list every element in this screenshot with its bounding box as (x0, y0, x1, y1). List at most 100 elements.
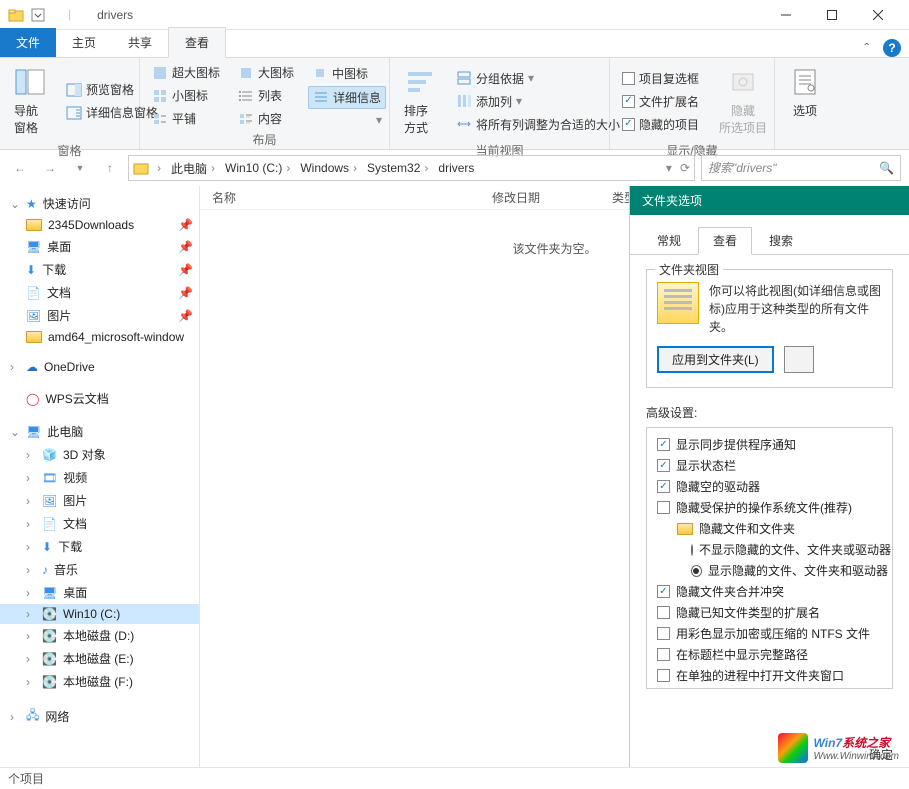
crumb-c[interactable]: Win10 (C:)› (223, 161, 294, 175)
tab-share[interactable]: 共享 (112, 28, 168, 57)
search-box[interactable]: 🔍 (701, 155, 901, 181)
medium-icons[interactable]: 中图标 (308, 63, 386, 84)
tree-pictures[interactable]: 🖼图片📌 (0, 304, 199, 327)
tree-drive-e[interactable]: ›💽本地磁盘 (E:) (0, 647, 199, 670)
hidden-items-toggle[interactable]: 隐藏的项目 (618, 114, 703, 135)
col-date[interactable]: 修改日期 (480, 189, 600, 206)
tree-3dobjects[interactable]: ›🧊3D 对象 (0, 443, 199, 466)
extra-large-icons[interactable]: 超大图标 (148, 62, 224, 83)
tree-downloads[interactable]: ⬇下载📌 (0, 258, 199, 281)
refresh-icon[interactable]: ⟳ (680, 161, 690, 175)
folder-icon (133, 160, 149, 176)
adv-setting-item[interactable]: 显示同步提供程序通知 (651, 434, 888, 455)
adv-setting-item[interactable]: 显示隐藏的文件、文件夹和驱动器 (651, 560, 888, 581)
tree-quick-access[interactable]: ⌄★快速访问 (0, 192, 199, 215)
adv-setting-item[interactable]: 在单独的进程中打开文件夹窗口 (651, 665, 888, 686)
help-icon[interactable]: ? (883, 39, 901, 57)
tree-downloads2[interactable]: ›⬇下载 (0, 535, 199, 558)
tree-desktop2[interactable]: ›🖥桌面 (0, 581, 199, 604)
address-box[interactable]: › 此电脑› Win10 (C:)› Windows› System32› dr… (128, 155, 695, 181)
maximize-button[interactable] (809, 0, 855, 30)
tree-desktop[interactable]: 🖥桌面📌 (0, 235, 199, 258)
checkbox-icon[interactable] (657, 459, 670, 472)
adv-setting-item[interactable]: 隐藏已知文件类型的扩展名 (651, 602, 888, 623)
advanced-settings-list[interactable]: 显示同步提供程序通知显示状态栏隐藏空的驱动器隐藏受保护的操作系统文件(推荐)隐藏… (646, 427, 893, 689)
tree-drive-c[interactable]: ›💽Win10 (C:) (0, 604, 199, 624)
crumb-system32[interactable]: System32› (365, 161, 432, 175)
tree-drive-f[interactable]: ›💽本地磁盘 (F:) (0, 670, 199, 693)
dialog-tab-general[interactable]: 常规 (642, 227, 696, 254)
tree-amd64[interactable]: amd64_microsoft-window (0, 327, 199, 347)
crumb-drivers[interactable]: drivers (436, 161, 476, 175)
tree-drive-d[interactable]: ›💽本地磁盘 (D:) (0, 624, 199, 647)
tree-pictures2[interactable]: ›🖼图片 (0, 489, 199, 512)
ribbon-tabs: 文件 主页 共享 查看 ˆ ? (0, 30, 909, 58)
tree-wps[interactable]: ◯WPS云文档 (0, 387, 199, 410)
search-input[interactable] (708, 161, 879, 175)
radio-icon[interactable] (691, 544, 693, 556)
forward-button[interactable]: → (38, 156, 62, 180)
reset-folders-button[interactable] (784, 346, 814, 373)
tree-music[interactable]: ›♪音乐 (0, 558, 199, 581)
tree-network[interactable]: ›🖧网络 (0, 703, 199, 730)
add-columns-button[interactable]: 添加列 ▾ (452, 91, 624, 112)
tree-documents2[interactable]: ›📄文档 (0, 512, 199, 535)
close-button[interactable] (855, 0, 901, 30)
crumb-windows[interactable]: Windows› (298, 161, 361, 175)
tree-videos[interactable]: ›🎞视频 (0, 466, 199, 489)
adv-setting-item[interactable]: 不显示隐藏的文件、文件夹或驱动器 (651, 539, 888, 560)
large-icons[interactable]: 大图标 (234, 62, 298, 83)
nav-tree[interactable]: ⌄★快速访问 2345Downloads📌 🖥桌面📌 ⬇下载📌 📄文档📌 🖼图片… (0, 186, 200, 767)
col-name[interactable]: 名称 (200, 189, 480, 206)
file-list[interactable]: 名称 修改日期 类型 该文件夹为空。 文件夹选项 常规 查看 搜索 文件夹视图 … (200, 186, 909, 767)
recent-button[interactable]: ▼ (68, 156, 92, 180)
tree-documents[interactable]: 📄文档📌 (0, 281, 199, 304)
size-all-columns-button[interactable]: 将所有列调整为合适的大小 (452, 114, 624, 135)
checkbox-icon[interactable] (657, 606, 670, 619)
tab-home[interactable]: 主页 (56, 28, 112, 57)
layout-more[interactable]: ▾ (308, 111, 386, 129)
address-dropdown-icon[interactable]: ▾ (666, 161, 672, 175)
details-view[interactable]: 详细信息 (308, 86, 386, 109)
tree-thispc[interactable]: ⌄🖥此电脑 (0, 420, 199, 443)
tiles[interactable]: 平铺 (148, 108, 224, 129)
item-checkboxes-toggle[interactable]: 项目复选框 (618, 68, 703, 89)
checkbox-icon[interactable] (657, 438, 670, 451)
back-button[interactable]: ← (8, 156, 32, 180)
list-view[interactable]: 列表 (234, 85, 298, 106)
content-view[interactable]: 内容 (234, 108, 298, 129)
tab-file[interactable]: 文件 (0, 28, 56, 57)
nav-pane-button[interactable]: 导航窗格 (8, 62, 52, 140)
adv-setting-item[interactable]: 隐藏文件和文件夹 (651, 518, 888, 539)
dialog-tab-view[interactable]: 查看 (698, 227, 752, 255)
adv-setting-item[interactable]: 隐藏受保护的操作系统文件(推荐) (651, 497, 888, 518)
checkbox-icon[interactable] (657, 627, 670, 640)
adv-setting-item[interactable]: 隐藏文件夹合并冲突 (651, 581, 888, 602)
crumb-thispc[interactable]: 此电脑› (169, 160, 219, 177)
adv-setting-item[interactable]: 显示状态栏 (651, 455, 888, 476)
sort-by-button[interactable]: 排序方式 (398, 62, 442, 140)
checkbox-icon[interactable] (657, 669, 670, 682)
tab-view[interactable]: 查看 (168, 27, 226, 58)
adv-setting-item[interactable]: 隐藏空的驱动器 (651, 476, 888, 497)
checkbox-icon[interactable] (657, 648, 670, 661)
adv-setting-item[interactable]: 在列表视图中键入时 (651, 686, 888, 689)
small-icons[interactable]: 小图标 (148, 85, 224, 106)
checkbox-icon[interactable] (657, 585, 670, 598)
dialog-tab-search[interactable]: 搜索 (754, 227, 808, 254)
adv-setting-item[interactable]: 在标题栏中显示完整路径 (651, 644, 888, 665)
checkbox-icon[interactable] (657, 501, 670, 514)
tree-onedrive[interactable]: ›☁OneDrive (0, 357, 199, 377)
tree-2345downloads[interactable]: 2345Downloads📌 (0, 215, 199, 235)
apply-to-folders-button[interactable]: 应用到文件夹(L) (657, 346, 774, 373)
radio-icon[interactable] (691, 565, 702, 577)
down-caret-icon[interactable] (30, 7, 46, 23)
collapse-ribbon-icon[interactable]: ˆ (864, 40, 869, 56)
group-by-button[interactable]: 分组依据 ▾ (452, 68, 624, 89)
checkbox-icon[interactable] (657, 480, 670, 493)
minimize-button[interactable] (763, 0, 809, 30)
adv-setting-item[interactable]: 用彩色显示加密或压缩的 NTFS 文件 (651, 623, 888, 644)
file-extensions-toggle[interactable]: 文件扩展名 (618, 91, 703, 112)
up-button[interactable]: ↑ (98, 156, 122, 180)
options-button[interactable]: 选项 (783, 62, 827, 123)
